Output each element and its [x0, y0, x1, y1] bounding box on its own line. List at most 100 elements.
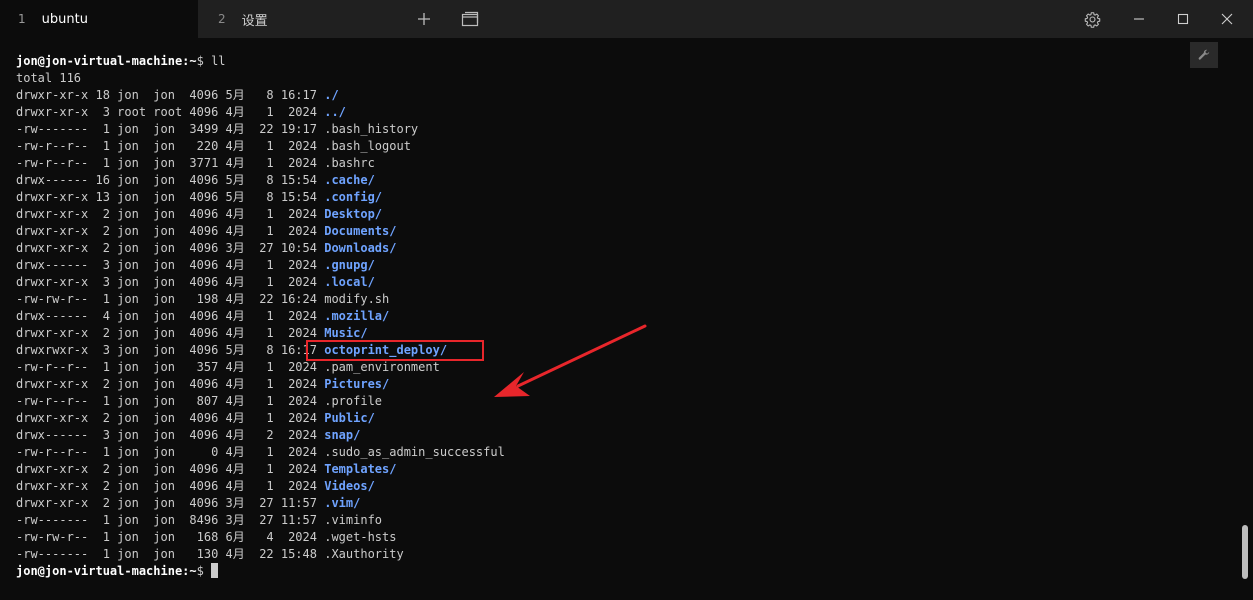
listing-row: drwxr-xr-x 2 jon jon 4096 3月 27 11:57 .v…	[16, 495, 505, 512]
listing-row: drwxr-xr-x 2 jon jon 4096 4月 1 2024 Desk…	[16, 206, 505, 223]
prompt-path: :~	[182, 54, 197, 68]
prompt-symbol: $	[196, 54, 204, 68]
directory-name: .mozilla/	[324, 309, 390, 323]
file-name: .profile	[324, 394, 383, 408]
directory-name: Desktop/	[324, 207, 383, 221]
close-button[interactable]	[1212, 0, 1242, 38]
prompt-user: jon@jon-virtual-machine	[16, 54, 183, 68]
file-meta: -rw-r--r-- 1 jon jon 220 4月 1 2024	[16, 139, 325, 153]
directory-name: Downloads/	[324, 241, 397, 255]
maximize-icon	[1177, 13, 1189, 25]
file-meta: drwxr-xr-x 2 jon jon 4096 4月 1 2024	[16, 377, 325, 391]
tab-label: ubuntu	[41, 11, 88, 27]
listing-row: -rw-rw-r-- 1 jon jon 168 6月 4 2024 .wget…	[16, 529, 505, 546]
scrollbar-thumb[interactable]	[1242, 525, 1248, 579]
directory-name: snap/	[324, 428, 361, 442]
file-meta: drwxr-xr-x 13 jon jon 4096 5月 8 15:54	[16, 190, 325, 204]
file-name: .bashrc	[324, 156, 375, 170]
file-name: .bash_logout	[324, 139, 411, 153]
listing-row: drwx------ 16 jon jon 4096 5月 8 15:54 .c…	[16, 172, 505, 189]
settings-button[interactable]	[1076, 0, 1108, 38]
prompt-path: :~	[182, 564, 197, 578]
file-meta: -rw-rw-r-- 1 jon jon 198 4月 22 16:24	[16, 292, 325, 306]
prompt-user: jon@jon-virtual-machine	[16, 564, 183, 578]
listing-row: drwxr-xr-x 18 jon jon 4096 5月 8 16:17 ./	[16, 87, 505, 104]
prompt-symbol: $	[196, 564, 212, 578]
directory-name: ../	[324, 105, 346, 119]
minimize-button[interactable]	[1124, 0, 1154, 38]
file-meta: drwx------ 4 jon jon 4096 4月 1 2024	[16, 309, 325, 323]
close-icon	[1221, 13, 1233, 25]
directory-name: .config/	[324, 190, 383, 204]
directory-name: .gnupg/	[324, 258, 375, 272]
file-meta: -rw-r--r-- 1 jon jon 0 4月 1 2024	[16, 445, 325, 459]
directory-name: .local/	[324, 275, 375, 289]
directory-name: .cache/	[324, 173, 375, 187]
file-name: .bash_history	[324, 122, 419, 136]
directory-name: .vim/	[324, 496, 361, 510]
file-meta: -rw------- 1 jon jon 3499 4月 22 19:17	[16, 122, 325, 136]
file-meta: drwxr-xr-x 2 jon jon 4096 4月 1 2024	[16, 462, 325, 476]
listing-row: drwxr-xr-x 3 jon jon 4096 4月 1 2024 .loc…	[16, 274, 505, 291]
file-meta: drwx------ 3 jon jon 4096 4月 1 2024	[16, 258, 325, 272]
file-meta: -rw-r--r-- 1 jon jon 357 4月 1 2024	[16, 360, 325, 374]
maximize-button[interactable]	[1168, 0, 1198, 38]
file-meta: drwxr-xr-x 2 jon jon 4096 4月 1 2024	[16, 479, 325, 493]
directory-name: Pictures/	[324, 377, 390, 391]
tab-label: 设置	[241, 13, 268, 29]
tab-switcher-icon	[461, 11, 479, 27]
listing-row: -rw-r--r-- 1 jon jon 220 4月 1 2024 .bash…	[16, 138, 505, 155]
scrollbar[interactable]	[1238, 38, 1253, 600]
listing-row: drwxr-xr-x 2 jon jon 4096 4月 1 2024 Docu…	[16, 223, 505, 240]
wrench-icon	[1198, 49, 1210, 60]
terminal-pane[interactable]: jon@jon-virtual-machine:~$ ll total 116 dr…	[0, 38, 1253, 600]
annotation-arrow-icon	[494, 324, 647, 397]
file-meta: drwxr-xr-x 3 jon jon 4096 4月 1 2024	[16, 275, 325, 289]
listing-row: -rw-rw-r-- 1 jon jon 198 4月 22 16:24 mod…	[16, 291, 505, 308]
file-meta: -rw-rw-r-- 1 jon jon 168 6月 4 2024	[16, 530, 325, 544]
file-name: .wget-hsts	[324, 530, 397, 544]
file-name: modify.sh	[324, 292, 390, 306]
listing-row: -rw------- 1 jon jon 3499 4月 22 19:17 .b…	[16, 121, 505, 138]
listing-row: -rw-r--r-- 1 jon jon 807 4月 1 2024 .prof…	[16, 393, 505, 410]
settings-shortcut-button[interactable]	[1190, 42, 1218, 68]
minimize-icon	[1134, 18, 1144, 20]
terminal-output: jon@jon-virtual-machine:~$ ll total 116 dr…	[16, 53, 505, 580]
plus-icon	[418, 13, 430, 25]
file-name: .viminfo	[324, 513, 383, 527]
file-meta: -rw-r--r-- 1 jon jon 807 4月 1 2024	[16, 394, 325, 408]
listing-row: drwxr-xr-x 2 jon jon 4096 3月 27 10:54 Do…	[16, 240, 505, 257]
listing: drwxr-xr-x 18 jon jon 4096 5月 8 16:17 ./…	[16, 87, 505, 563]
total-line: total 116	[16, 71, 82, 85]
file-meta: drwxr-xr-x 2 jon jon 4096 4月 1 2024	[16, 207, 325, 221]
file-meta: drwxr-xr-x 2 jon jon 4096 4月 1 2024	[16, 224, 325, 238]
file-meta: drwxr-xr-x 3 root root 4096 4月 1 2024	[16, 105, 325, 119]
file-meta: drwxr-xr-x 2 jon jon 4096 4月 1 2024	[16, 411, 325, 425]
file-meta: drwxr-xr-x 18 jon jon 4096 5月 8 16:17	[16, 88, 325, 102]
file-name: .sudo_as_admin_successful	[324, 445, 505, 459]
directory-name: Videos/	[324, 479, 375, 493]
file-meta: drwx------ 3 jon jon 4096 4月 2 2024	[16, 428, 325, 442]
file-meta: drwxr-xr-x 2 jon jon 4096 3月 27 10:54	[16, 241, 325, 255]
listing-row: drwxr-xr-x 13 jon jon 4096 5月 8 15:54 .c…	[16, 189, 505, 206]
tab-ubuntu[interactable]: 1 ubuntu	[0, 0, 198, 38]
listing-row: -rw------- 1 jon jon 8496 3月 27 11:57 .v…	[16, 512, 505, 529]
listing-row: -rw-r--r-- 1 jon jon 0 4月 1 2024 .sudo_a…	[16, 444, 505, 461]
file-meta: drwxrwxr-x 3 jon jon 4096 5月 8 16:17	[16, 343, 325, 357]
tab-number: 2	[218, 12, 226, 26]
listing-row: drwxr-xr-x 3 root root 4096 4月 1 2024 ..…	[16, 104, 505, 121]
directory-name: Music/	[324, 326, 368, 340]
tab-switcher-button[interactable]	[456, 0, 484, 38]
new-tab-button[interactable]	[410, 0, 438, 38]
file-meta: drwx------ 16 jon jon 4096 5月 8 15:54	[16, 173, 325, 187]
listing-row: -rw-r--r-- 1 jon jon 357 4月 1 2024 .pam_…	[16, 359, 505, 376]
listing-row: drwx------ 3 jon jon 4096 4月 1 2024 .gnu…	[16, 257, 505, 274]
directory-name: Documents/	[324, 224, 397, 238]
directory-name: ./	[324, 88, 339, 102]
file-meta: drwxr-xr-x 2 jon jon 4096 4月 1 2024	[16, 326, 325, 340]
listing-row: -rw------- 1 jon jon 130 4月 22 15:48 .Xa…	[16, 546, 505, 563]
command-text: ll	[203, 54, 226, 68]
highlight-box	[306, 340, 484, 361]
file-meta: drwxr-xr-x 2 jon jon 4096 3月 27 11:57	[16, 496, 325, 510]
tab-settings[interactable]: 2 设置	[198, 0, 398, 38]
